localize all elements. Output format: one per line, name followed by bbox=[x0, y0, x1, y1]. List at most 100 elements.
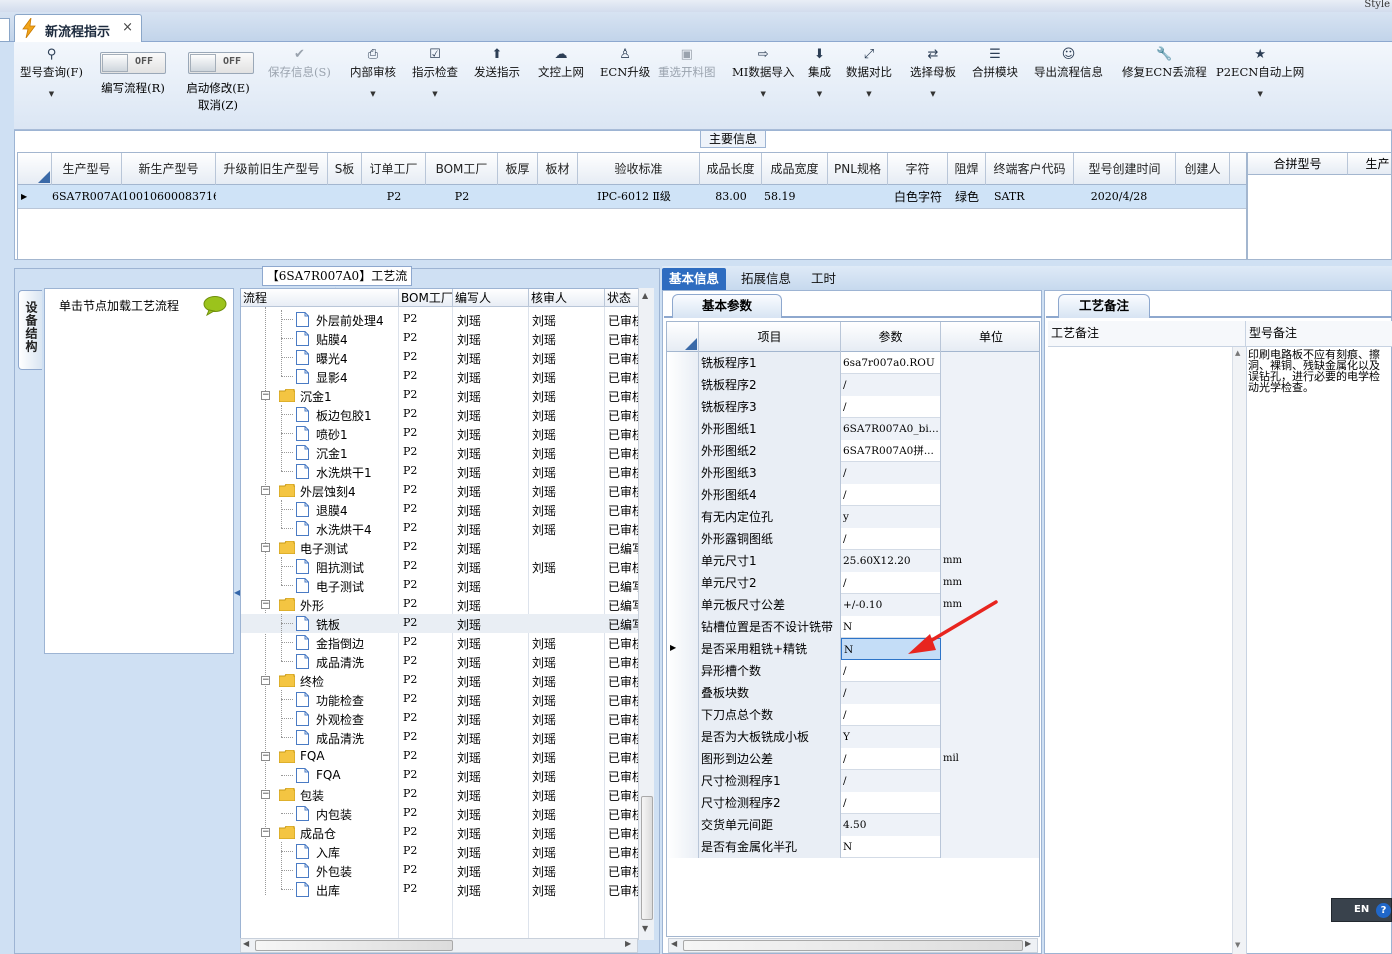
collapse-toggle-icon[interactable]: − bbox=[261, 486, 270, 495]
cell-customer-code[interactable]: SATR bbox=[986, 185, 1074, 209]
tree-row[interactable]: − FQA P2 刘瑶 刘瑶 已审核 bbox=[241, 747, 641, 766]
param-value[interactable]: y bbox=[841, 506, 941, 528]
scroll-up-icon[interactable]: ▲ bbox=[642, 291, 648, 300]
close-tab-icon[interactable]: × bbox=[122, 20, 133, 35]
param-value[interactable]: 4.50 bbox=[841, 814, 941, 836]
main-info-row[interactable]: ▶ 6SA7R007A0 10010600083716 P2 P2 IPC-60… bbox=[18, 185, 1246, 209]
col-header-panel-model[interactable]: 合拼型号 bbox=[1248, 153, 1348, 175]
param-row[interactable]: 铣板程序3/ bbox=[667, 396, 1039, 418]
row-indicator[interactable] bbox=[667, 440, 699, 462]
col-header-status[interactable]: 状态 bbox=[605, 289, 641, 307]
row-indicator[interactable] bbox=[667, 792, 699, 814]
tree-row[interactable]: 成品清洗 P2 刘瑶 刘瑶 已审核 bbox=[241, 728, 641, 747]
tree-vertical-scrollbar[interactable]: ▲ ▼ bbox=[638, 288, 654, 940]
collapse-toggle-icon[interactable]: − bbox=[261, 676, 270, 685]
scrollbar-thumb[interactable] bbox=[255, 940, 453, 951]
param-value[interactable]: 6sa7r007a0.ROU bbox=[841, 352, 941, 374]
tree-row[interactable]: 金指倒边 P2 刘瑶 刘瑶 已审核 bbox=[241, 633, 641, 652]
col-header-char[interactable]: 字符 bbox=[888, 153, 948, 185]
param-value[interactable]: 6SA7R007A0拼... bbox=[841, 440, 941, 462]
row-indicator[interactable] bbox=[667, 770, 699, 792]
previous-tab-edge[interactable] bbox=[0, 18, 10, 42]
start-modify-toggle[interactable]: OFF bbox=[188, 52, 254, 74]
internal-review-button[interactable]: ⎙ 内部审核 ▼ bbox=[350, 46, 396, 98]
dropdown-arrow-icon[interactable]: ▼ bbox=[846, 90, 892, 98]
param-row[interactable]: 单元尺寸1 25.60X12.20 mm bbox=[667, 550, 1039, 572]
param-value[interactable]: / bbox=[841, 792, 941, 814]
row-indicator[interactable] bbox=[667, 528, 699, 550]
scroll-left-icon[interactable]: ◀ bbox=[243, 939, 249, 948]
cell-bom-factory[interactable]: P2 bbox=[426, 185, 498, 209]
param-value[interactable]: / bbox=[841, 770, 941, 792]
row-indicator[interactable] bbox=[667, 814, 699, 836]
tree-row[interactable]: 内包装 P2 刘瑶 刘瑶 已审核 bbox=[241, 804, 641, 823]
equipment-structure-tab[interactable]: 设备结构 bbox=[18, 290, 42, 370]
col-header-created[interactable]: 型号创建时间 bbox=[1074, 153, 1176, 185]
row-indicator[interactable] bbox=[667, 660, 699, 682]
dropdown-arrow-icon[interactable]: ▼ bbox=[350, 90, 396, 98]
dropdown-arrow-icon[interactable]: ▼ bbox=[808, 90, 831, 98]
ecn-upgrade-button[interactable]: ♙ ECN升级 bbox=[600, 46, 650, 80]
param-value[interactable]: / bbox=[841, 748, 941, 770]
collapse-toggle-icon[interactable]: − bbox=[261, 752, 270, 761]
param-value[interactable]: 25.60X12.20 bbox=[841, 550, 941, 572]
scrollbar-thumb[interactable] bbox=[641, 796, 653, 920]
dropdown-arrow-icon[interactable]: ▼ bbox=[412, 90, 458, 98]
col-header-pnl[interactable]: PNL规格 bbox=[828, 153, 888, 185]
instruction-check-button[interactable]: ☑ 指示检查 ▼ bbox=[412, 46, 458, 98]
tree-row[interactable]: 退膜4 P2 刘瑶 刘瑶 已审核 bbox=[241, 500, 641, 519]
param-value[interactable]: / bbox=[841, 396, 941, 418]
tree-row[interactable]: 曝光4 P2 刘瑶 刘瑶 已审核 bbox=[241, 348, 641, 367]
cell-thickness[interactable] bbox=[498, 185, 538, 209]
param-value[interactable]: / bbox=[841, 484, 941, 506]
param-value[interactable]: 6SA7R007A0_bi... bbox=[841, 418, 941, 440]
cell-order-factory[interactable]: P2 bbox=[362, 185, 426, 209]
col-header-unit[interactable]: 单位 bbox=[941, 322, 1039, 352]
col-header-length[interactable]: 成品长度 bbox=[700, 153, 762, 185]
cell-char[interactable]: 白色字符 bbox=[884, 185, 952, 209]
tree-row[interactable]: − 成品仓 P2 刘瑶 刘瑶 已审核 bbox=[241, 823, 641, 842]
row-indicator[interactable] bbox=[667, 836, 699, 858]
param-row[interactable]: 外形露铜图纸 / bbox=[667, 528, 1039, 550]
dropdown-arrow-icon[interactable]: ▼ bbox=[910, 90, 956, 98]
cell-s-board[interactable] bbox=[328, 185, 362, 209]
tree-row[interactable]: 外观检查 P2 刘瑶 刘瑶 已审核 bbox=[241, 709, 641, 728]
param-row[interactable]: 异形槽个数 / bbox=[667, 660, 1039, 682]
col-header-customer-code[interactable]: 终端客户代码 bbox=[986, 153, 1074, 185]
cell-new-prod-model[interactable]: 10010600083716 bbox=[122, 185, 216, 209]
reselect-cut-chart-button[interactable]: ▣ 重选开料图 bbox=[658, 46, 716, 80]
col-header-reviewer[interactable]: 核审人 bbox=[529, 289, 605, 307]
collapse-toggle-icon[interactable]: − bbox=[261, 600, 270, 609]
cell-mask[interactable]: 绿色 bbox=[948, 185, 986, 209]
export-flow-info-button[interactable]: ☺ 导出流程信息 bbox=[1034, 46, 1103, 80]
chat-bubble-icon[interactable] bbox=[203, 296, 227, 316]
row-indicator[interactable] bbox=[667, 462, 699, 484]
scrollbar-thumb[interactable] bbox=[683, 940, 1023, 951]
tree-row[interactable]: − 沉金1 P2 刘瑶 刘瑶 已审核 bbox=[241, 386, 641, 405]
col-header-bom[interactable]: BOM工厂 bbox=[399, 289, 453, 307]
row-indicator[interactable] bbox=[667, 616, 699, 638]
save-info-button[interactable]: ✔ 保存信息(S) bbox=[268, 46, 331, 80]
panel-module-button[interactable]: ☰ 合拼模块 bbox=[972, 46, 1018, 80]
col-header-production[interactable]: 生产 bbox=[1348, 153, 1391, 175]
cancel-label[interactable]: 取消(Z) bbox=[182, 97, 254, 113]
param-value[interactable]: Y bbox=[841, 726, 941, 748]
param-value[interactable]: / bbox=[841, 704, 941, 726]
collapse-grip-icon[interactable]: ◀ bbox=[234, 588, 240, 608]
dropdown-arrow-icon[interactable]: ▼ bbox=[1216, 90, 1304, 98]
col-header-s-board[interactable]: S板 bbox=[328, 153, 362, 185]
cell-acceptance[interactable]: IPC-6012 Ⅱ级 bbox=[568, 185, 700, 209]
cell-width[interactable]: 58.19 bbox=[762, 185, 828, 209]
tree-horizontal-scrollbar[interactable]: ◀ ▶ bbox=[240, 938, 638, 953]
tree-row[interactable]: − 包装 P2 刘瑶 刘瑶 已审核 bbox=[241, 785, 641, 804]
row-indicator[interactable] bbox=[667, 550, 699, 572]
param-value[interactable]: / bbox=[841, 374, 941, 396]
tree-row[interactable]: 喷砂1 P2 刘瑶 刘瑶 已审核 bbox=[241, 424, 641, 443]
mi-import-button[interactable]: ⇨ MI数据导入 ▼ bbox=[732, 46, 794, 98]
param-value[interactable]: / bbox=[841, 660, 941, 682]
collapse-toggle-icon[interactable]: − bbox=[261, 790, 270, 799]
tab-new-process[interactable]: 新流程指示 × bbox=[14, 14, 142, 42]
param-row[interactable]: 图形到边公差 / mil bbox=[667, 748, 1039, 770]
col-header-writer[interactable]: 编写人 bbox=[453, 289, 529, 307]
tree-row[interactable]: − 外形 P2 刘瑶 已编写 bbox=[241, 595, 641, 614]
